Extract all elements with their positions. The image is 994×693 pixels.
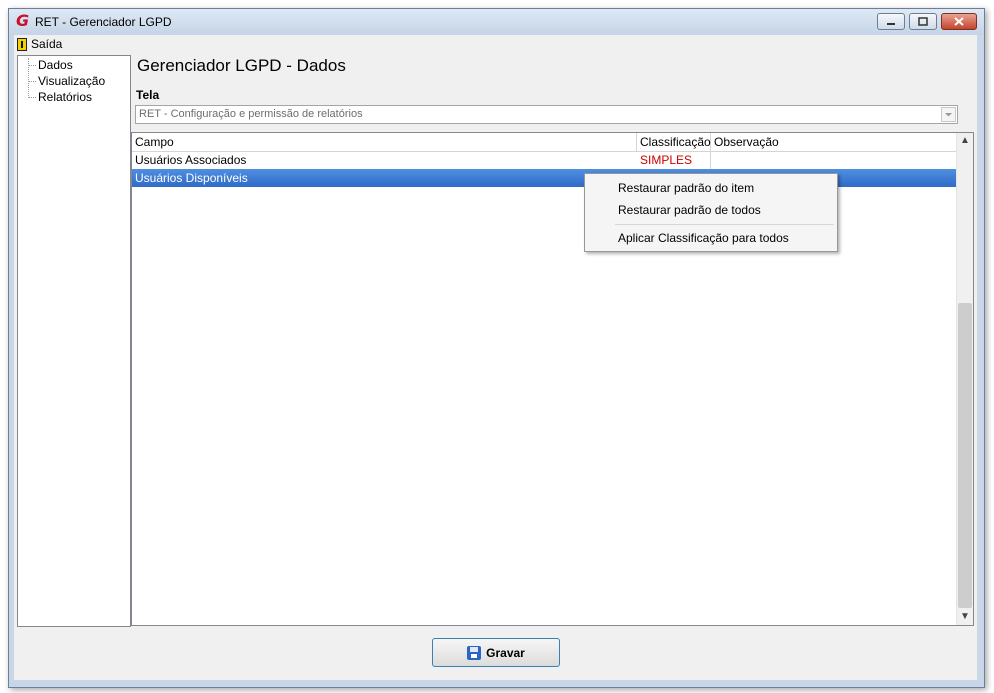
floppy-disk-icon xyxy=(467,645,482,660)
tree-connector xyxy=(28,81,36,82)
fields-grid: Campo Classificação Observação Usuários … xyxy=(131,132,974,626)
sidebar-item-visualizacao[interactable]: Visualização xyxy=(38,74,105,88)
app-logo-icon: G xyxy=(16,11,30,30)
cell-classificacao[interactable]: SIMPLES xyxy=(637,151,711,169)
column-header-campo[interactable]: Campo xyxy=(132,133,637,151)
menu-item-aplicar-classificacao[interactable]: Aplicar Classificação para todos xyxy=(618,231,789,245)
scroll-up-icon[interactable]: ▲ xyxy=(957,133,973,149)
menu-item-restaurar-todos[interactable]: Restaurar padrão de todos xyxy=(618,203,761,217)
column-header-classificacao[interactable]: Classificação xyxy=(637,133,711,151)
title-bar[interactable]: G RET - Gerenciador LGPD xyxy=(9,9,984,35)
menu-saida[interactable]: Saída xyxy=(17,36,62,52)
save-button-label: Gravar xyxy=(486,645,525,660)
context-menu: Restaurar padrão do item Restaurar padrã… xyxy=(584,173,838,252)
sidebar-item-dados[interactable]: Dados xyxy=(38,58,73,72)
table-row[interactable]: Usuários Associados SIMPLES xyxy=(132,151,958,169)
menu-item-restaurar-item[interactable]: Restaurar padrão do item xyxy=(618,181,754,195)
tela-select-value: RET - Configuração e permissão de relató… xyxy=(139,108,363,120)
cell-campo[interactable]: Usuários Disponíveis xyxy=(132,169,637,187)
app-window: G RET - Gerenciador LGPD Saída Dados Vis… xyxy=(8,8,985,688)
maximize-button[interactable] xyxy=(909,13,937,30)
vertical-scrollbar[interactable]: ▲ ▼ xyxy=(956,133,973,625)
dropdown-button[interactable] xyxy=(941,107,956,122)
sidebar-item-relatorios[interactable]: Relatórios xyxy=(38,90,92,104)
save-button[interactable]: Gravar xyxy=(432,638,560,667)
cell-campo[interactable]: Usuários Associados xyxy=(132,151,637,169)
tree-connector xyxy=(28,65,36,66)
menu-separator xyxy=(615,224,834,225)
tree-connector xyxy=(28,97,36,98)
tela-label: Tela xyxy=(136,88,160,102)
tree-connector xyxy=(28,58,29,98)
window-title: RET - Gerenciador LGPD xyxy=(35,15,172,29)
minimize-icon xyxy=(887,23,895,25)
sidebar-tree: Dados Visualização Relatórios xyxy=(17,55,131,627)
menu-bar: Saída xyxy=(14,35,977,53)
grid-header: Campo Classificação Observação xyxy=(132,133,958,152)
exit-door-icon xyxy=(17,37,27,51)
chevron-down-icon xyxy=(945,113,952,117)
scroll-down-icon[interactable]: ▼ xyxy=(957,609,973,625)
column-header-observacao[interactable]: Observação xyxy=(711,133,958,151)
close-button[interactable] xyxy=(941,13,977,30)
cell-observacao[interactable] xyxy=(711,151,958,169)
menu-saida-label: Saída xyxy=(31,37,63,51)
maximize-icon xyxy=(918,17,928,26)
close-icon xyxy=(954,17,964,26)
minimize-button[interactable] xyxy=(877,13,905,30)
page-title: Gerenciador LGPD - Dados xyxy=(137,56,346,75)
tela-select[interactable]: RET - Configuração e permissão de relató… xyxy=(135,105,958,124)
client-area: Saída Dados Visualização Relatórios Gere… xyxy=(14,35,977,680)
scroll-thumb[interactable] xyxy=(958,303,972,608)
